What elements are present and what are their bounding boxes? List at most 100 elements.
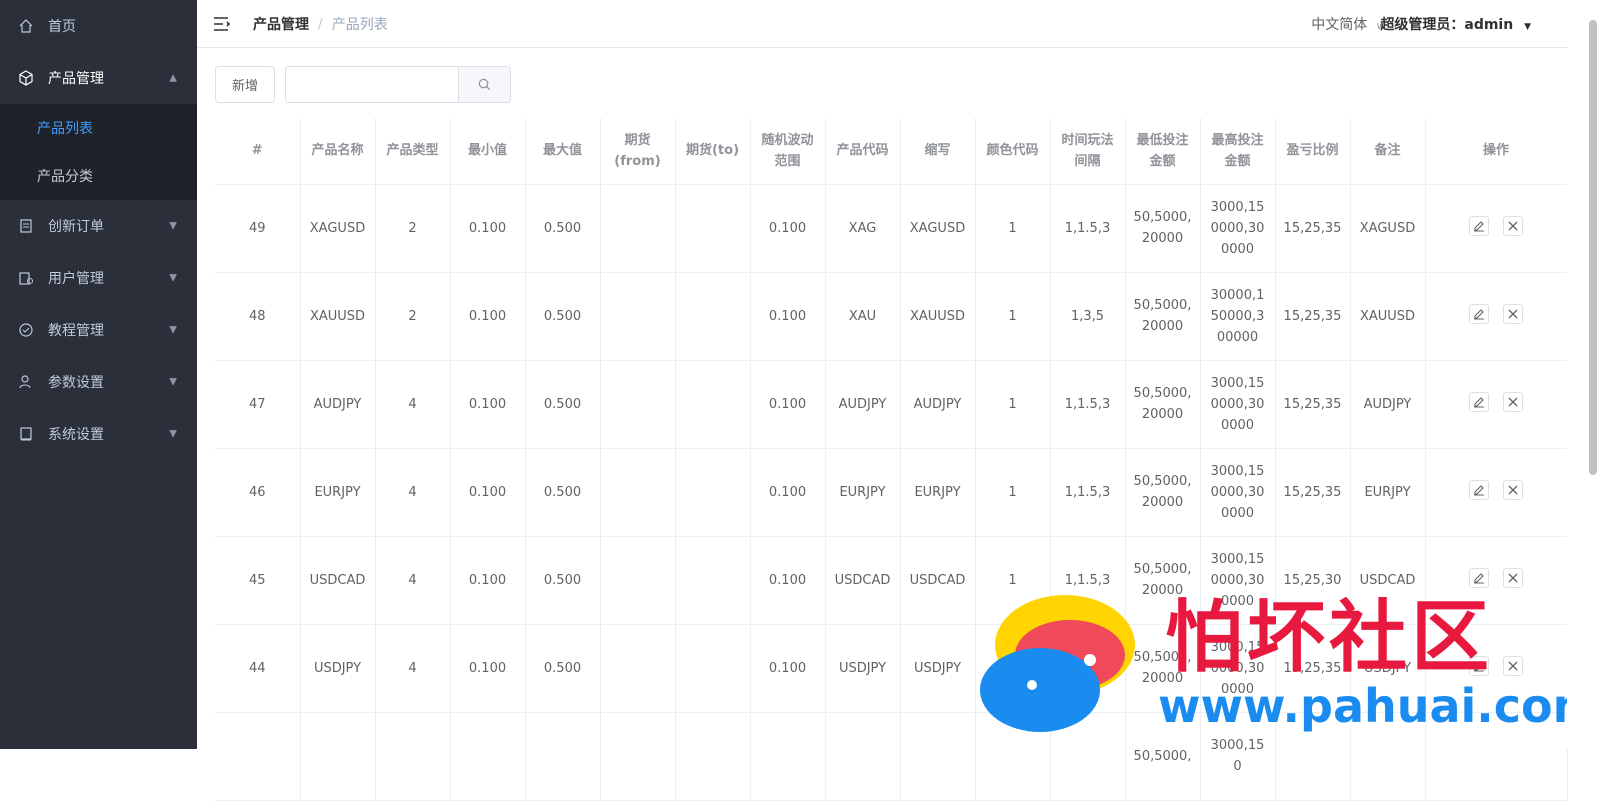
chevron-down-icon: ▼ (169, 272, 177, 284)
column-header: 产品类型 (375, 118, 451, 185)
delete-icon[interactable] (1503, 304, 1523, 324)
page-scrollbar[interactable] (1567, 0, 1600, 749)
menu-toggle-icon[interactable] (213, 15, 231, 33)
edit-icon[interactable] (1469, 216, 1489, 236)
search-input[interactable] (286, 67, 459, 102)
table-cell: 2 (375, 184, 451, 273)
table-row: 49 XAGUSD 2 0.100 0.500 0.100 XAG XAGUSD 1 1,1.5,… (215, 184, 1568, 273)
table-cell (825, 712, 901, 801)
sidebar: 首页 产品管理 ▲ 产品列表 产品分类 创新订单 ▼ 用户管理 ▼ 教程管理 ▼… (0, 0, 197, 749)
table-cell: XAGUSD (900, 184, 976, 273)
table-cell: 30000,150000,300000 (1200, 272, 1276, 361)
table-cell: 0.100 (750, 448, 826, 537)
table-cell: 0.100 (750, 624, 826, 713)
sidebar-subitem-product-category[interactable]: 产品分类 (0, 152, 197, 200)
table-cell: XAUUSD (900, 272, 976, 361)
table-cell: 1 (975, 184, 1051, 273)
table-cell: XAU (825, 272, 901, 361)
table-cell (675, 272, 751, 361)
add-button[interactable]: 新增 (215, 66, 276, 103)
sidebar-item-tutorials[interactable]: 教程管理 ▼ (0, 304, 197, 356)
edit-icon[interactable] (1469, 392, 1489, 412)
sidebar-subitem-product-list[interactable]: 产品列表 (0, 104, 197, 152)
edit-icon[interactable] (1469, 656, 1489, 676)
sidebar-item-orders[interactable]: 创新订单 ▼ (0, 200, 197, 252)
sidebar-item-users[interactable]: 用户管理 ▼ (0, 252, 197, 304)
table-cell: 0.500 (525, 536, 601, 625)
delete-icon[interactable] (1503, 656, 1523, 676)
table-cell: 0.100 (450, 272, 526, 361)
scrollbar-thumb[interactable] (1589, 20, 1597, 475)
user-menu[interactable]: 超级管理员：admin ▼ (1380, 14, 1531, 34)
table-cell: AUDJPY (825, 360, 901, 449)
edit-icon[interactable] (1469, 304, 1489, 324)
table-cell: 0.100 (450, 536, 526, 625)
edit-icon[interactable] (1469, 568, 1489, 588)
column-header: 时间玩法间隔 (1050, 118, 1126, 185)
table-cell (1350, 712, 1426, 801)
table-cell: AUDJPY (1350, 360, 1426, 449)
edit-icon[interactable] (1469, 480, 1489, 500)
table-cell: 1,1.5,3 (1050, 360, 1126, 449)
sidebar-item-product-management[interactable]: 产品管理 ▲ (0, 52, 197, 104)
table-cell: AUDJPY (900, 360, 976, 449)
clipboard-icon (18, 218, 34, 234)
breadcrumb-separator: / (318, 15, 323, 32)
table-cell: AUDJPY (300, 360, 376, 449)
table-cell: XAGUSD (1350, 184, 1426, 273)
table-cell (900, 712, 976, 801)
column-header: 最小值 (450, 118, 526, 185)
table-cell: 50,5000,20000 (1125, 448, 1201, 537)
table-cell: 45 (215, 536, 301, 625)
breadcrumb-current: 产品列表 (331, 16, 388, 33)
table-cell: 50,5000,20000 (1125, 272, 1201, 361)
table-cell (600, 272, 676, 361)
product-table: # 产品名称 产品类型 最小值 最大值 期货(from) 期货(to) 随机波动范围 产品代码缩… (215, 118, 1568, 801)
sidebar-item-label: 系统设置 (48, 427, 104, 443)
sidebar-item-parameters[interactable]: 参数设置 ▼ (0, 356, 197, 408)
toolbar: 新增 (215, 66, 512, 103)
delete-icon[interactable] (1503, 568, 1523, 588)
table-cell: 0.500 (525, 448, 601, 537)
table-cell: 0.500 (525, 272, 601, 361)
table-cell: 15,25,35 (1275, 624, 1351, 713)
table-cell: 0.100 (750, 360, 826, 449)
table-row: 50,5000, 3000,150 (215, 712, 1568, 801)
sidebar-item-home[interactable]: 首页 (0, 0, 197, 52)
table-cell: USDCAD (300, 536, 376, 625)
delete-icon[interactable] (1503, 480, 1523, 500)
sidebar-item-label: 首页 (48, 19, 76, 35)
table-cell: USDCAD (825, 536, 901, 625)
table-cell: 1,1.5,3 (1050, 448, 1126, 537)
table-cell: USDJPY (900, 624, 976, 713)
table-cell: 1,1.5,3 (1050, 184, 1126, 273)
table-row: 45 USDCAD 4 0.100 0.500 0.100 USDCAD USDCAD 1 1,1… (215, 536, 1568, 625)
column-header: 随机波动范围 (750, 118, 826, 185)
actions-cell (1425, 184, 1568, 273)
table-cell (675, 536, 751, 625)
home-icon (18, 18, 34, 34)
table-cell: EURJPY (900, 448, 976, 537)
delete-icon[interactable] (1503, 392, 1523, 412)
table-cell: 15,25,35 (1275, 272, 1351, 361)
table-cell (600, 712, 676, 801)
language-selector[interactable]: 中文简体 ∨ (1311, 14, 1383, 34)
actions-cell (1425, 448, 1568, 537)
table-cell: 1,3,5 (1050, 272, 1126, 361)
table-cell (750, 712, 826, 801)
search-button[interactable] (458, 67, 511, 102)
table-cell: 0.100 (750, 184, 826, 273)
book-icon (18, 426, 34, 442)
table-cell: 44 (215, 624, 301, 713)
table-cell: 4 (375, 448, 451, 537)
sidebar-item-system[interactable]: 系统设置 ▼ (0, 408, 197, 460)
breadcrumb-item[interactable]: 产品管理 (253, 14, 309, 34)
table-cell: USDJPY (825, 624, 901, 713)
delete-icon[interactable] (1503, 216, 1523, 236)
sidebar-item-label: 产品管理 (48, 71, 104, 87)
table-cell: 50,5000,20000 (1125, 624, 1201, 713)
table-cell (215, 712, 301, 801)
table-cell (375, 712, 451, 801)
table-cell: 46 (215, 448, 301, 537)
chevron-down-icon: ▼ (169, 428, 177, 440)
